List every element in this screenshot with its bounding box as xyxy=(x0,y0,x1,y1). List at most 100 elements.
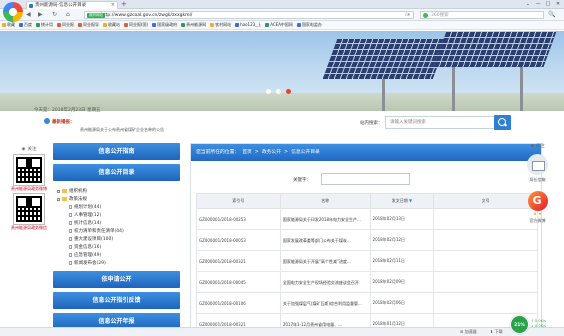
window-controls: ⌄ — □ ✕ xyxy=(524,0,562,8)
site-search-input[interactable]: 请输入关键词搜索 xyxy=(385,116,497,129)
cell-title[interactable]: 国家能源局关于开展“高个性减”进度... xyxy=(279,250,371,272)
cell-title[interactable]: 国家发展改革委等部门公布关于煤炭... xyxy=(279,229,371,251)
breadcrumb-home[interactable]: 首页 xyxy=(242,144,252,161)
qr2-label: 贵州能源局政务微信 xyxy=(11,225,47,230)
bookmark-star-icon[interactable]: ☆ xyxy=(404,11,409,18)
forward-button[interactable]: ▶ xyxy=(38,11,43,18)
menu-feedback-button[interactable]: 信息公开指引反馈 xyxy=(53,292,180,309)
tree-node[interactable]: 统计信息(14) xyxy=(57,219,180,227)
tree-node-label: 新闻发布会(29) xyxy=(74,261,106,266)
bookmark-label: 百度 xyxy=(24,22,32,27)
bookmark-item[interactable]: ACEA中国网 xyxy=(265,22,293,28)
close-window-button[interactable]: ✕ xyxy=(554,0,562,8)
right-focus-heading-text: 关注 xyxy=(535,144,545,149)
col-date[interactable]: 发文日期 ▼ xyxy=(369,193,435,209)
panel-pole xyxy=(520,61,523,111)
table-row[interactable]: GZ000001/2018-00106 关于加强煤层气(煤矿瓦斯)综合利用监督管.… xyxy=(196,292,538,314)
bookmark-item[interactable]: 统计用 xyxy=(36,22,53,28)
new-tab-button[interactable]: + xyxy=(121,0,127,8)
carousel-dot[interactable] xyxy=(266,89,271,94)
bookmark-item[interactable]: hao123_上 xyxy=(235,22,261,28)
cell-title[interactable]: 关于加强煤层气(煤矿瓦斯)综合利用监督管... xyxy=(279,292,371,314)
reload-button[interactable]: ↻ xyxy=(52,11,57,18)
tree-node[interactable]: 政策法规 xyxy=(57,195,180,203)
bookmark-item[interactable]: 国家电监办 xyxy=(296,22,322,28)
ticker-text[interactable]: 贵州能源局关于公布贵州省煤矿企业名单的公告 xyxy=(80,127,164,133)
address-toolbar: ◀ ▶ ↻ ⌂ 政府网站 http://www.gzcoal.gov.cn/zw… xyxy=(0,9,564,21)
browser-tab-active[interactable]: 贵州能源局-信息公开目录 × xyxy=(26,1,118,9)
cell-title[interactable]: 国家能源局关于印发2018年电力安全生产... xyxy=(279,208,371,230)
weibo-icon[interactable] xyxy=(527,191,548,211)
download-button[interactable]: ⬇ 下载 xyxy=(490,328,503,336)
minimize-button[interactable]: — xyxy=(534,0,542,8)
accelerator-button[interactable]: ⊞ 加速器 xyxy=(460,328,477,336)
maximize-button[interactable]: □ xyxy=(544,0,552,8)
bookmark-item[interactable]: 同业报导 xyxy=(78,22,99,28)
back-button[interactable]: ◀ xyxy=(26,11,31,18)
tree-node-label: 重大建设项目(100) xyxy=(74,237,114,242)
browser-logo-icon[interactable] xyxy=(3,2,23,22)
sort-arrow-icon[interactable]: ▼ xyxy=(409,198,412,203)
bookmark-item[interactable]: 收藏 xyxy=(2,22,15,28)
bookmark-icon xyxy=(124,23,128,27)
breadcrumb-current[interactable]: 信息公开目录 xyxy=(291,144,320,161)
bookmark-label: 收藏 xyxy=(7,22,15,27)
tree-node[interactable]: 应急管理(49) xyxy=(57,251,180,259)
bookmark-item[interactable]: 农村网站 xyxy=(210,22,231,28)
bookmark-item[interactable]: 同业报 xyxy=(57,22,74,28)
cell-index: GZ000001/2018-00106 xyxy=(196,292,281,314)
browser-search-icon[interactable]: 🔍 xyxy=(548,11,555,18)
left-focus-heading: ◉ 关注 xyxy=(11,146,47,153)
menu-guide-button[interactable]: 信息公开指南 xyxy=(53,143,180,160)
window-menu-button[interactable]: ⌄ xyxy=(524,0,532,8)
col-index[interactable]: 索引号 xyxy=(196,193,281,209)
tree-node[interactable]: 权力清单和责任清单(44) xyxy=(57,227,180,235)
bookmarks-bar: 收藏 百度 统计用 同业报 同业报导 收藏站 同业报(国) 国家级政府 贵州能源网 农村网站 hao… xyxy=(0,21,564,30)
cell-date: 2018年02月06日 xyxy=(369,292,435,314)
mailbox-label[interactable]: 局长信箱 xyxy=(515,177,560,183)
breadcrumb-prefix: 您当前所在的位置： xyxy=(196,150,240,155)
folder-icon xyxy=(62,189,67,193)
tab-close-icon[interactable]: × xyxy=(111,2,115,9)
bookmark-item[interactable]: 百度 xyxy=(19,22,32,28)
weibo-qr-code xyxy=(13,154,45,186)
mailbox-icon[interactable] xyxy=(527,154,548,175)
bookmark-item[interactable]: 国家级政府 xyxy=(152,22,177,28)
browser-search-input[interactable]: 360搜索 xyxy=(420,11,544,19)
bookmark-icon xyxy=(152,23,157,27)
table-row[interactable]: GZ000001/2018-00053 国家发展改革委等部门公布关于煤炭... 20… xyxy=(196,229,538,251)
tree-node-label: 权力清单和责任清单(44) xyxy=(74,229,124,234)
tree-node[interactable]: 资金信息(16) xyxy=(57,243,180,251)
table-row[interactable]: GZ000001/2018-00253 国家能源局关于印发2018年电力安全生产.… xyxy=(196,208,538,230)
tab-favicon-icon xyxy=(29,4,33,8)
breadcrumb-gov[interactable]: 政务公开 xyxy=(262,144,281,161)
speed-ball[interactable]: 21% xyxy=(510,315,529,334)
table-row[interactable]: GZ000001/2018-00045 全国电力安全生产现场经验交流座谈会召开 20… xyxy=(196,271,538,293)
tree-node[interactable]: 重大建设项目(100) xyxy=(57,235,180,243)
tree-node[interactable]: 新闻发布会(29) xyxy=(57,259,180,267)
carousel-dots xyxy=(266,89,291,94)
bookmark-item[interactable]: 贵州能源网 xyxy=(181,22,206,28)
table-row[interactable]: GZ000001/2018-00321 国家能源局关于开展“高个性减”进度... 2… xyxy=(196,250,538,272)
tree-node-label: 统计信息(14) xyxy=(74,221,102,226)
keyword-input[interactable] xyxy=(321,173,410,185)
cell-date: 2018年02月13日 xyxy=(369,208,435,230)
bookmark-item[interactable]: 同业报(国) xyxy=(124,22,148,28)
expand-toggle-icon[interactable] xyxy=(57,197,60,201)
carousel-dot-active[interactable] xyxy=(286,89,291,94)
cell-title[interactable]: 全国电力安全生产现场经验交流座谈会召开 xyxy=(279,271,371,293)
carousel-dot[interactable] xyxy=(276,89,281,94)
tree-node[interactable]: 规划计划(44) xyxy=(57,203,180,211)
site-search-button[interactable] xyxy=(494,115,511,130)
weibo-label[interactable]: 官方微博 xyxy=(515,218,560,224)
tree-node[interactable]: 组织机构 xyxy=(57,187,180,195)
col-title[interactable]: 名称 xyxy=(279,193,371,209)
menu-apply-button[interactable]: 依申请公开 xyxy=(53,271,180,288)
bookmark-item[interactable]: 收藏站 xyxy=(103,22,120,28)
menu-catalog-button[interactable]: 信息公开目录 xyxy=(53,164,180,181)
expand-toggle-icon[interactable] xyxy=(57,189,60,193)
home-button[interactable]: ⌂ xyxy=(66,11,70,18)
cell-date: 2018年02月11日 xyxy=(369,250,435,272)
tree-node[interactable]: 人事管理(12) xyxy=(57,211,180,219)
url-input[interactable]: 政府网站 http://www.gzcoal.gov.cn/zwgk/zxxgk… xyxy=(84,11,414,19)
